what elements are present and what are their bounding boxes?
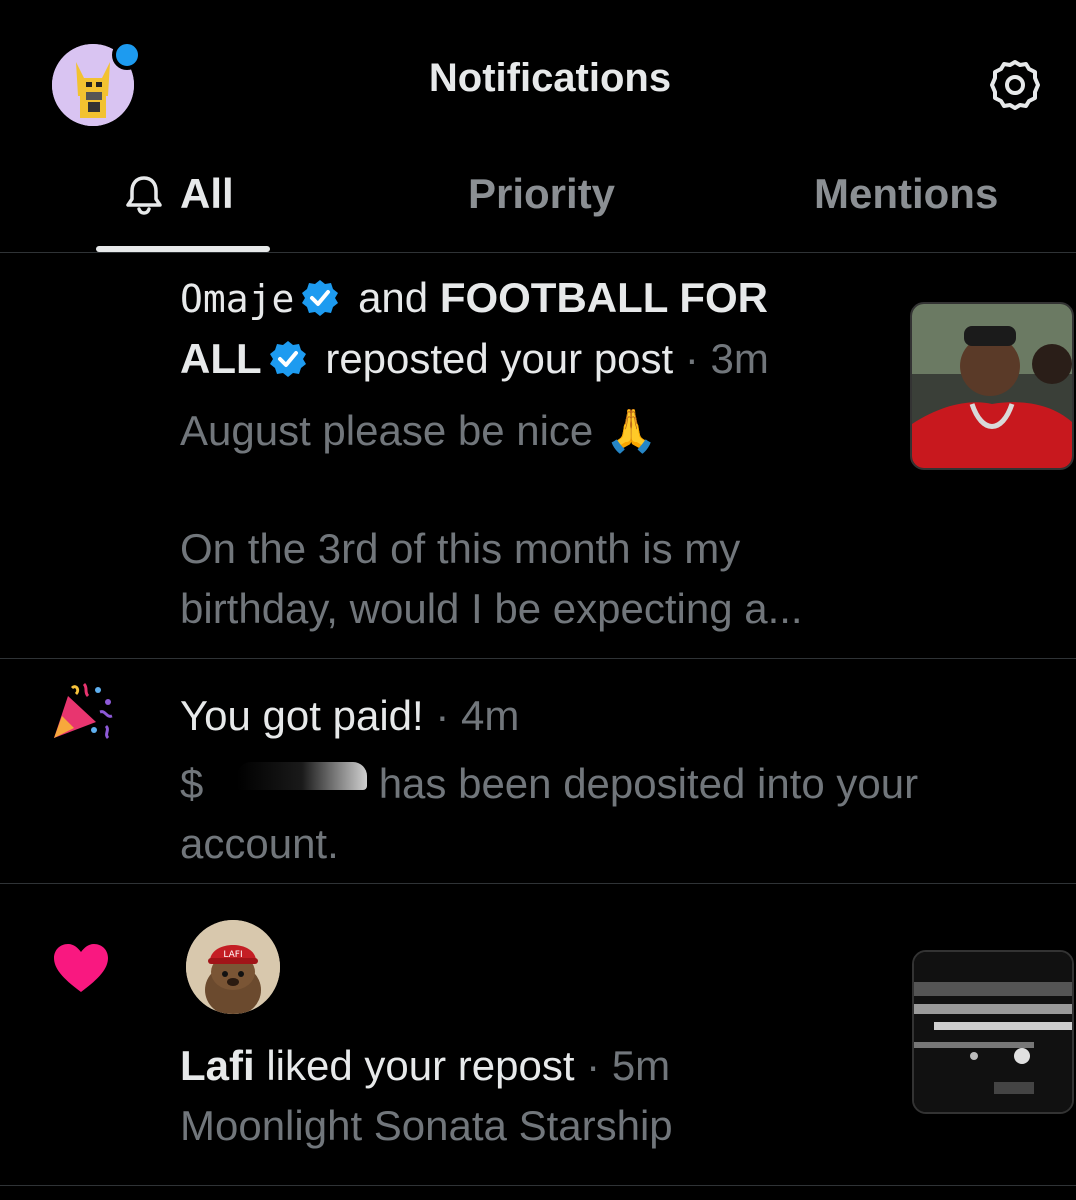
page-title: Notifications: [428, 56, 672, 100]
bell-icon: [126, 176, 162, 215]
divider: [0, 1185, 1076, 1186]
avatar-cap-text: LAFI: [223, 950, 242, 960]
divider: [0, 658, 1076, 659]
settings-gear-icon[interactable]: [986, 56, 1044, 114]
repost-line-1: Omaje and FOOTBALL FOR: [180, 274, 768, 321]
post-thumbnail[interactable]: [910, 302, 1074, 470]
user-name[interactable]: Omaje: [180, 277, 294, 321]
tab-mentions[interactable]: Mentions: [814, 170, 998, 218]
heart-icon: [52, 942, 110, 994]
post-preview-line-2: On the 3rd of this month is my: [180, 525, 741, 572]
redacted-amount: [237, 762, 368, 790]
repost-notification[interactable]: Omaje and FOOTBALL FOR ALL reposted your…: [180, 268, 880, 639]
post-preview: Moonlight Sonata Starship: [180, 1102, 673, 1149]
party-popper-icon: [50, 682, 116, 742]
like-notification[interactable]: Lafi liked your repost · 5m Moonlight So…: [180, 1036, 880, 1156]
user-avatar[interactable]: LAFI: [186, 920, 280, 1014]
divider: [0, 883, 1076, 884]
tab-all-label: All: [180, 170, 234, 217]
tab-all[interactable]: All: [122, 170, 234, 218]
post-preview-line-3: birthday, would I be expecting a...: [180, 585, 803, 632]
user-name[interactable]: Lafi: [180, 1042, 255, 1089]
tab-priority[interactable]: Priority: [468, 170, 615, 218]
verified-badge-icon: [269, 341, 306, 377]
currency-symbol: $: [180, 760, 204, 807]
payment-title: You got paid!: [180, 692, 424, 739]
post-preview-line-1: August please be nice 🙏: [180, 407, 658, 454]
payment-notification[interactable]: You got paid! · 4m $ has been deposited …: [180, 686, 1040, 874]
repost-line-2: ALL reposted your post · 3m: [180, 335, 769, 382]
verified-badge-icon: [302, 280, 339, 316]
divider: [0, 252, 1076, 253]
post-thumbnail[interactable]: [912, 950, 1074, 1114]
user-name-2[interactable]: FOOTBALL FOR: [440, 274, 768, 321]
